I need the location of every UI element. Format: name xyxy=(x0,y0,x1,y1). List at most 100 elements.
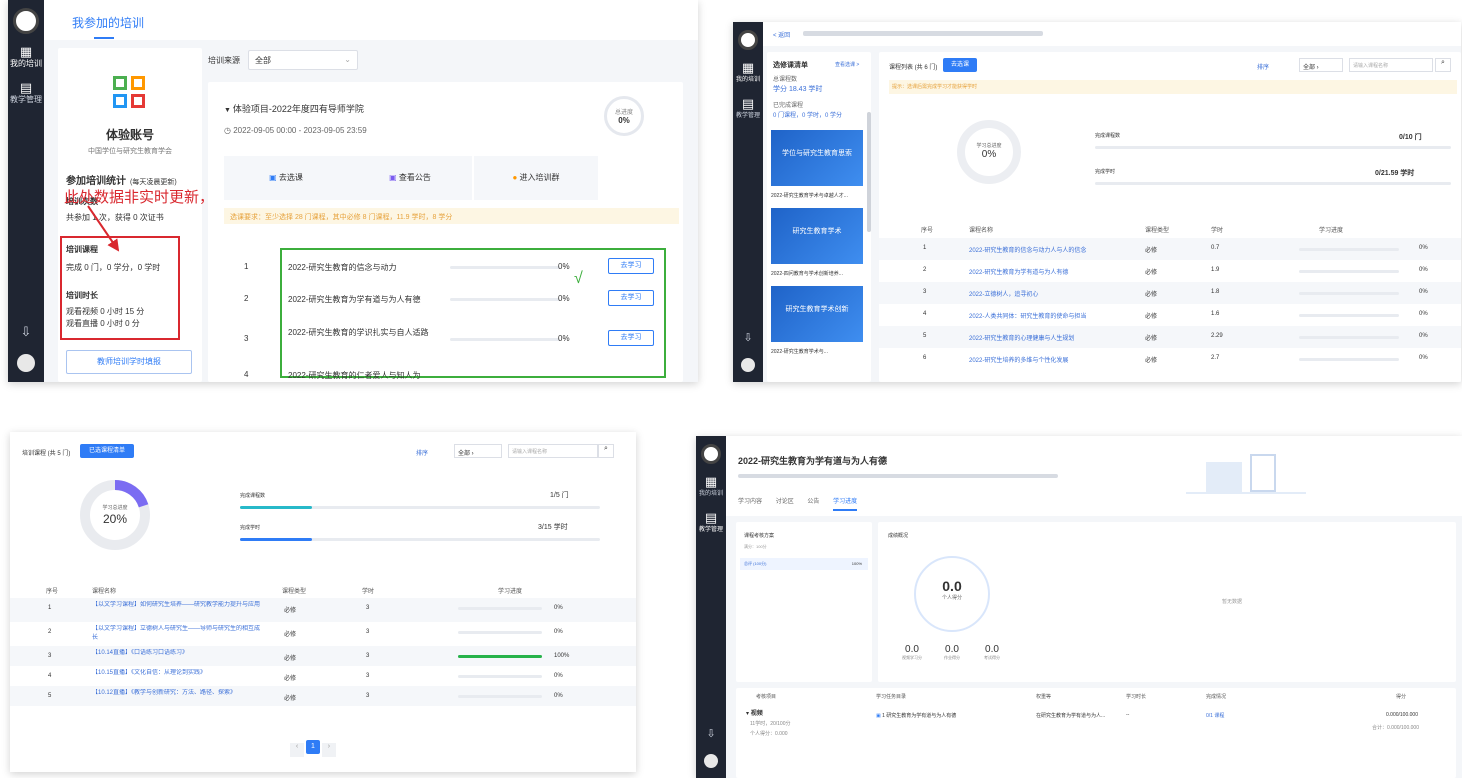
filter-select[interactable]: 全部 ⌄ xyxy=(248,50,358,70)
table-row: 5 【10.12直播】《教学与创新研究：方法、路径、探索》 必修 3 0% xyxy=(10,686,636,706)
search-icon[interactable]: ⌕ xyxy=(598,444,614,458)
notice-bar: 选课要求：至少选择 28 门课程，其中必修 8 门课程，11.9 学时，8 学分 xyxy=(224,208,679,224)
view-selection-link[interactable]: 查看选课 > xyxy=(835,61,859,68)
pagination: ‹ 1 › xyxy=(290,740,336,757)
nav-item-training[interactable]: ▦ 我的培训 xyxy=(736,60,760,86)
course-progress xyxy=(1299,292,1399,295)
notice-icon: ▣ xyxy=(389,173,399,182)
avatar[interactable] xyxy=(704,754,718,768)
table-row: 2 【以文学习课程】立德树人与研究生——导师与研究生的相互成长 必修 3 0% xyxy=(10,622,636,646)
table-row: 2 2022-研究生教育为学有道与为人有德 必修 1.9 0% xyxy=(879,260,1461,282)
video-title[interactable]: 2022-研究生教育学术与... xyxy=(771,348,871,355)
course-name-link[interactable]: 2022-研究生教育的心理健康与人生规划 xyxy=(969,333,1129,342)
empty-state: 暂无数据 xyxy=(1222,599,1243,605)
completed-hours-fill xyxy=(240,538,312,541)
nav-item-training[interactable]: ▦ 我的培训 xyxy=(699,475,723,500)
tab-discussion[interactable]: 讨论区 xyxy=(776,499,794,505)
course-name[interactable]: 2022-研究生教育的信念与动力 xyxy=(288,262,396,273)
course-count-label: 课程列表 (共 6 门) xyxy=(889,65,938,71)
tabs: 学习内容 讨论区 公告 学习进度 xyxy=(738,496,858,511)
panel-course-progress: 培训课程 (共 5 门) 已选课程清单 排序 全部 › 请输入课程名称 ⌕ 学习… xyxy=(10,432,636,772)
filter-select[interactable]: 全部 › xyxy=(454,444,502,458)
sort-link[interactable]: 排序 xyxy=(1257,62,1269,71)
back-link[interactable]: < 返回 xyxy=(773,30,790,39)
manage-icon: ▤ xyxy=(741,96,755,111)
prev-page-button[interactable]: ‹ xyxy=(290,743,304,757)
avatar[interactable] xyxy=(741,358,755,372)
course-name-link[interactable]: 【以文学习课程】立德树人与研究生——导师与研究生的相互成长 xyxy=(92,625,262,643)
task-name[interactable]: ▣ 1 研究生教育为学有道与为人有德 xyxy=(876,712,956,719)
page-button[interactable]: 1 xyxy=(305,740,320,754)
course-list-card: 课程列表 (共 6 门) 去选课 排序 全部 › 请输入课程名称 ⌕ 提示：选课… xyxy=(879,52,1461,382)
action-announcements[interactable]: ▣ 查看公告 xyxy=(348,156,472,200)
course-progress xyxy=(1299,270,1399,273)
search-icon[interactable]: ⌕ xyxy=(1435,58,1451,72)
project-card: ▼ 体验项目-2022年度四有导师学院 ◷ 2022-09-05 00:00 -… xyxy=(208,82,683,382)
tab-content[interactable]: 学习内容 xyxy=(738,499,762,505)
study-button[interactable]: 去学习 xyxy=(608,290,654,306)
study-button[interactable]: 去学习 xyxy=(608,258,654,274)
course-name[interactable]: 2022-研究生教育的仁者爱人与知人为 xyxy=(288,370,420,381)
course-progress xyxy=(458,695,542,698)
course-progress xyxy=(458,675,542,678)
course-progress xyxy=(450,298,560,301)
course-name-link[interactable]: 2022-研究生教育的信念与动力人与人的信念 xyxy=(969,245,1129,254)
elective-total: 学分 18.43 学时 xyxy=(773,86,823,93)
course-table-body: 1 2022-研究生教育的信念与动力人与人的信念 必修 0.7 0% 2 2022-研究生教… xyxy=(879,238,1461,370)
video-thumb[interactable]: 研究生教育学术创新 xyxy=(771,286,863,342)
export-icon[interactable]: ⇩ xyxy=(706,727,715,740)
course-name-link[interactable]: 2022-立德树人，追寻初心 xyxy=(969,289,1129,298)
course-table-header: 序号 课程名称 课程类型 学时 学习进度 xyxy=(46,589,523,595)
course-table-body: 1 【以文学习课程】如何研究生培养——研究教学能力提升与应用 必修 3 0% 2 【以文学习… xyxy=(10,598,636,706)
logo xyxy=(701,444,721,464)
sort-link[interactable]: 排序 xyxy=(416,448,428,457)
course-row: 3 2022-研究生教育的学识扎实与自人适路 0% 去学习 xyxy=(224,322,674,356)
search-input[interactable]: 请输入课程名称 xyxy=(508,444,598,458)
nav-item-manage[interactable]: ▤ 教学管理 xyxy=(699,511,723,536)
table-header: 考核项目 学习任务目录 权重等 学习时长 完成情况 得分 xyxy=(756,694,1407,700)
course-name-link[interactable]: 2022-研究生培养的多维与个性化发展 xyxy=(969,355,1129,364)
course-row: 4 2022-研究生教育的仁者爱人与知人为 xyxy=(244,370,421,381)
course-name-link[interactable]: 2022-研究生教育为学有道与为人有德 xyxy=(969,267,1129,276)
next-page-button[interactable]: › xyxy=(321,743,336,757)
scrollbar[interactable] xyxy=(867,112,871,232)
export-icon[interactable]: ⇩ xyxy=(743,331,752,344)
course-name-link[interactable]: 2022-人类共同体：研究生教育的使命与担当 xyxy=(969,311,1129,320)
video-title[interactable]: 2022-四问教育与学术创新培养... xyxy=(771,270,871,277)
page-title: 2022-研究生教育为学有道与为人有德 xyxy=(738,456,888,466)
course-progress xyxy=(1299,358,1399,361)
course-progress-fill xyxy=(458,655,542,658)
search-input[interactable]: 请输入课程名称 xyxy=(1349,58,1433,72)
training-icon: ▦ xyxy=(741,60,755,75)
video-thumb[interactable]: 研究生教育学术 xyxy=(771,208,863,264)
completed-courses-value: 0/10 门 xyxy=(1399,134,1422,141)
clock-icon: ◷ xyxy=(224,126,234,135)
course-name[interactable]: 2022-研究生教育的学识扎实与自人适路 xyxy=(288,326,438,339)
video-thumb[interactable]: 学位与研究生教育思索 xyxy=(771,130,863,186)
select-course-button[interactable]: 去选课 xyxy=(943,58,977,72)
video-title[interactable]: 2022-研究生教育学术与卓越人才... xyxy=(771,192,871,199)
course-progress xyxy=(458,631,542,634)
action-select-course[interactable]: ▣ 去选课 xyxy=(224,156,348,200)
selected-list-button[interactable]: 已选课程清单 xyxy=(80,444,134,458)
course-name-link[interactable]: 【10.15直播】《文化自信：从理论到实践》 xyxy=(92,669,262,678)
course-name[interactable]: 2022-研究生教育为学有道与为人有德 xyxy=(288,294,420,305)
plan-row[interactable]: 总评 (100分) 100% xyxy=(740,558,868,570)
action-group[interactable]: ● 进入培训群 xyxy=(474,156,598,200)
course-progress xyxy=(450,338,560,341)
completed-hours-value: 3/15 学时 xyxy=(538,524,568,531)
tab-announcement[interactable]: 公告 xyxy=(807,499,819,505)
caret-icon: ▼ xyxy=(224,107,233,114)
item-name[interactable]: ▾ 视频 xyxy=(746,708,763,717)
course-count-label: 培训课程 (共 5 门) xyxy=(22,451,71,457)
logo xyxy=(738,30,758,50)
filter-select[interactable]: 全部 › xyxy=(1299,58,1343,72)
table-row: 4 2022-人类共同体：研究生教育的使命与担当 必修 1.6 0% xyxy=(879,304,1461,326)
course-name-link[interactable]: 【10.12直播】《教学与创新研究：方法、路径、探索》 xyxy=(92,689,262,698)
tab-progress[interactable]: 学习进度 xyxy=(833,499,858,511)
study-button[interactable]: 去学习 xyxy=(608,330,654,346)
nav-item-manage[interactable]: ▤ 教学管理 xyxy=(736,96,760,122)
course-name-link[interactable]: 【10.14直播】《口语练习口语练习》 xyxy=(92,649,262,658)
course-name-link[interactable]: 【以文学习课程】如何研究生培养——研究教学能力提升与应用 xyxy=(92,601,262,610)
sub-score: 0.0 视频学习分 xyxy=(902,644,922,660)
